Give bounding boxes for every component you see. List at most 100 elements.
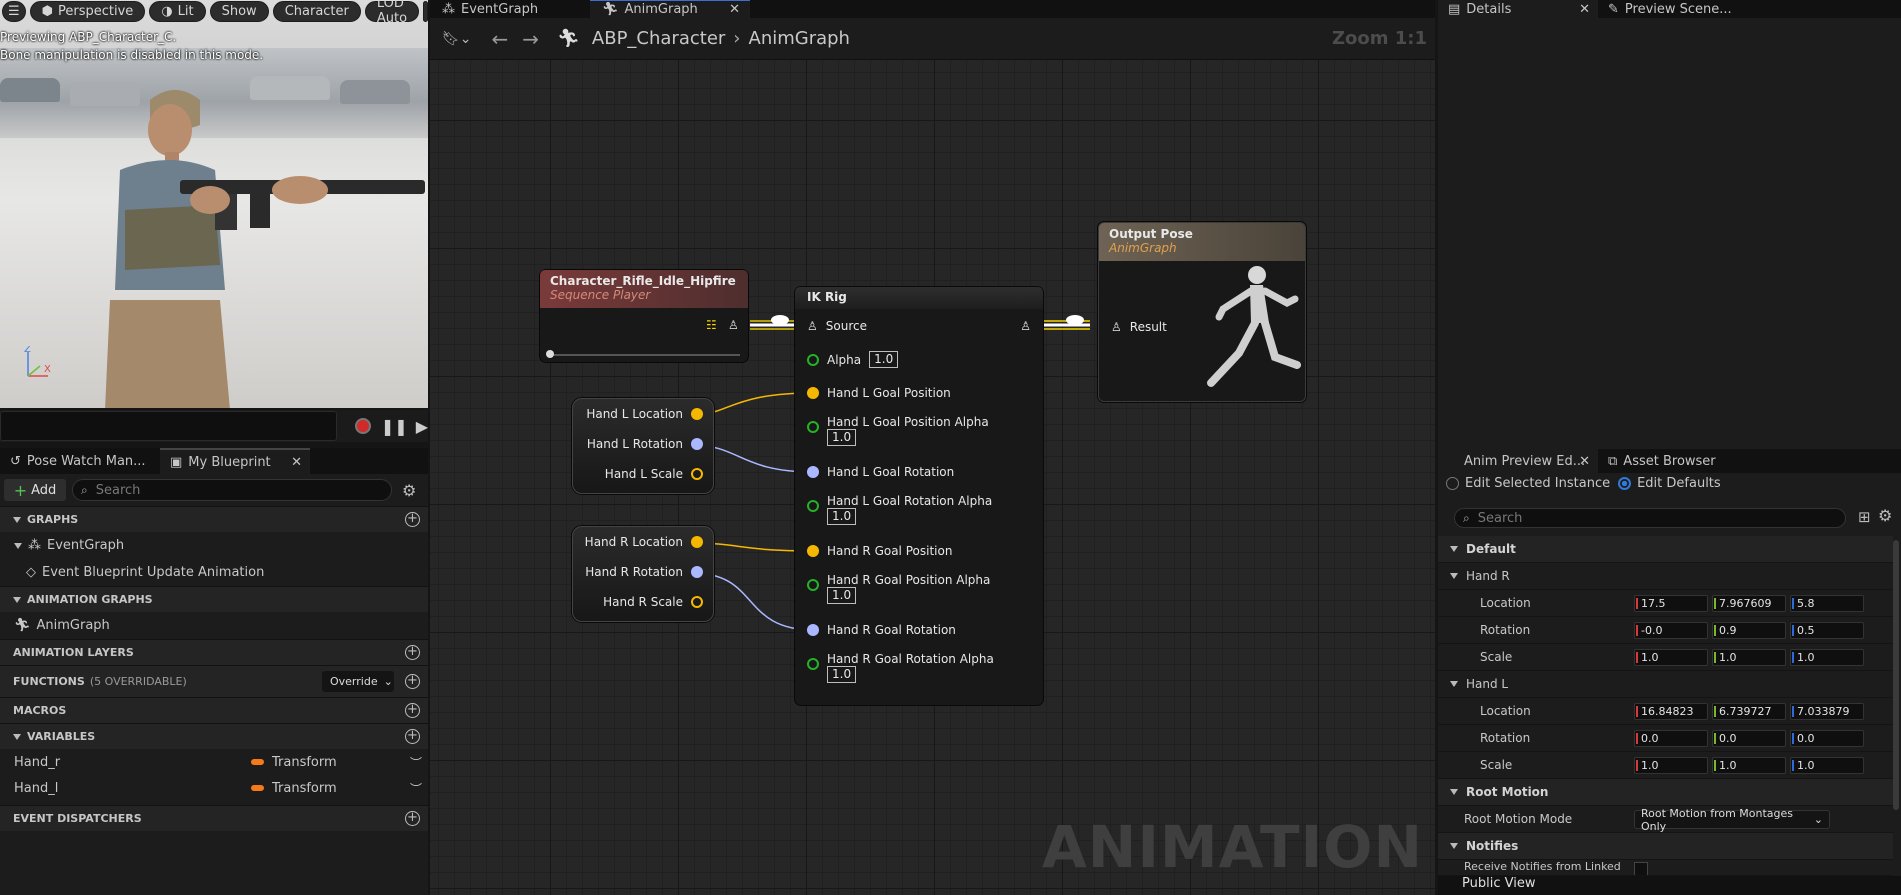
result-pin[interactable]: ♙ Result <box>1111 320 1167 334</box>
close-icon[interactable]: ✕ <box>729 2 740 17</box>
close-icon[interactable]: ✕ <box>1579 454 1590 469</box>
hand-r-struct-row[interactable]: Hand R <box>1438 563 1893 590</box>
table-view-icon[interactable]: ⊞ <box>1858 508 1871 526</box>
anim-graph-item[interactable]: 🏃︎ AnimGraph <box>0 612 428 639</box>
hand-r-goal-position-alpha-pin[interactable]: Hand R Goal Position Alpha 1.0 <box>807 573 990 604</box>
pause-icon[interactable]: ❚❚ <box>381 417 408 436</box>
sequence-player-node[interactable]: Character_Rifle_Idle_Hipfire Sequence Pl… <box>540 270 748 362</box>
hand-l-location-z[interactable]: 7.033879 <box>1790 702 1864 720</box>
override-dropdown[interactable]: Override ⌄ <box>322 671 394 692</box>
section-notifies[interactable]: Notifies <box>1438 833 1893 860</box>
output-pose-node[interactable]: Output Pose AnimGraph ♙ Result <box>1098 222 1306 402</box>
alpha-pin[interactable]: Alpha 1.0 <box>807 351 899 368</box>
hand-r-rotation-z[interactable]: 0.5 <box>1790 621 1864 639</box>
alpha-value-box[interactable]: 1.0 <box>827 587 857 604</box>
add-dispatcher-icon[interactable]: + <box>405 811 420 826</box>
alpha-value-box[interactable]: 1.0 <box>827 666 857 683</box>
hand-l-goal-rotation-pin[interactable]: Hand L Goal Rotation <box>807 465 954 479</box>
hand-r-rotation-pin[interactable]: Hand R Rotation <box>585 565 703 579</box>
hand-l-location-x[interactable]: 16.84823 <box>1634 702 1708 720</box>
hand-r-break-node[interactable]: Hand R Location Hand R Rotation Hand R S… <box>572 526 714 622</box>
add-layer-icon[interactable]: + <box>405 645 420 660</box>
alpha-value-box[interactable]: 1.0 <box>869 351 899 368</box>
section-functions[interactable]: FUNCTIONS (5 OVERRIDABLE) Override ⌄ + <box>0 665 428 697</box>
hand-r-scale-z[interactable]: 1.0 <box>1790 648 1864 666</box>
variable-hand-l[interactable]: Hand_l Transform ︶ <box>0 775 428 801</box>
section-macros[interactable]: MACROS + <box>0 697 428 723</box>
tab-details[interactable]: ▤ Details ✕ <box>1438 0 1598 18</box>
forward-arrow-icon[interactable]: → <box>522 27 539 51</box>
lit-button[interactable]: ◑ Lit <box>149 0 206 22</box>
add-button[interactable]: + Add <box>4 479 66 501</box>
section-root-motion[interactable]: Root Motion <box>1438 779 1893 806</box>
section-graphs[interactable]: GRAPHS + <box>0 506 428 532</box>
alpha-value-box[interactable]: 1.0 <box>827 429 857 446</box>
close-icon[interactable]: ✕ <box>291 455 302 470</box>
viewport-menu-button[interactable]: ☰ <box>2 0 26 22</box>
hand-r-location-y[interactable]: 7.967609 <box>1712 594 1786 612</box>
pose-output-pin[interactable]: ♙ <box>1020 319 1031 333</box>
hand-r-location-z[interactable]: 5.8 <box>1790 594 1864 612</box>
hand-r-scale-pin[interactable]: Hand R Scale <box>603 595 703 609</box>
add-macro-icon[interactable]: + <box>405 703 420 718</box>
alpha-value-box[interactable]: 1.0 <box>827 508 857 525</box>
hand-r-scale-y[interactable]: 1.0 <box>1712 648 1786 666</box>
breadcrumb-blueprint[interactable]: ABP_Character <box>592 28 725 49</box>
hand-l-rotation-z[interactable]: 0.0 <box>1790 729 1864 747</box>
search-input[interactable]: ⌕ Search <box>72 479 392 501</box>
timeline-scrubber[interactable] <box>0 411 337 441</box>
add-function-icon[interactable]: + <box>405 674 420 689</box>
tab-my-blueprint[interactable]: ▣ My Blueprint ✕ <box>160 448 310 474</box>
play-icon[interactable]: ▶ <box>416 417 428 436</box>
lod-button[interactable]: LOD Auto <box>364 0 420 26</box>
receive-notifies-checkbox[interactable] <box>1634 862 1648 875</box>
section-default[interactable]: Default <box>1438 536 1893 563</box>
section-variables[interactable]: VARIABLES + <box>0 723 428 749</box>
hand-l-goal-position-alpha-pin[interactable]: Hand L Goal Position Alpha 1.0 <box>807 415 989 446</box>
visibility-eye-icon[interactable]: ︶ <box>410 780 422 797</box>
record-icon[interactable] <box>354 418 371 434</box>
add-graph-icon[interactable]: + <box>405 512 420 527</box>
section-animation-layers[interactable]: ANIMATION LAYERS + <box>0 639 428 665</box>
viewport-more-button[interactable] <box>423 0 428 22</box>
hand-l-rotation-x[interactable]: 0.0 <box>1634 729 1708 747</box>
hand-l-goal-position-pin[interactable]: Hand L Goal Position <box>807 386 951 400</box>
preview-viewport[interactable]: ☰ ⬢ Perspective ◑ Lit Show Character LOD A… <box>0 0 428 408</box>
tab-animgraph[interactable]: 🏃︎ AnimGraph ✕ <box>590 0 750 18</box>
tab-eventgraph[interactable]: ⁂ EventGraph <box>430 0 590 18</box>
add-variable-icon[interactable]: + <box>405 729 420 744</box>
show-button[interactable]: Show <box>209 0 269 22</box>
close-icon[interactable]: ✕ <box>1579 2 1590 17</box>
perspective-button[interactable]: ⬢ Perspective <box>29 0 146 22</box>
section-event-dispatchers[interactable]: EVENT DISPATCHERS + <box>0 805 428 831</box>
tab-asset-browser[interactable]: ⧉ Asset Browser <box>1598 449 1726 473</box>
graph-item-eventgraph[interactable]: ⁂ EventGraph <box>0 532 428 559</box>
details-scrollbar[interactable] <box>1893 540 1899 810</box>
hand-l-break-node[interactable]: Hand L Location Hand L Rotation Hand L S… <box>572 398 714 494</box>
hand-r-scale-x[interactable]: 1.0 <box>1634 648 1708 666</box>
gear-icon[interactable]: ⚙ <box>1878 506 1892 525</box>
root-motion-mode-dropdown[interactable]: Root Motion from Montages Only ⌄ <box>1634 807 1830 833</box>
edit-defaults-radio[interactable]: Edit Defaults <box>1618 476 1721 491</box>
hand-l-struct-row[interactable]: Hand L <box>1438 671 1893 698</box>
hand-l-rotation-pin[interactable]: Hand L Rotation <box>587 437 703 451</box>
anim-graph-canvas[interactable]: Character_Rifle_Idle_Hipfire Sequence Pl… <box>430 0 1435 895</box>
hand-r-goal-rotation-pin[interactable]: Hand R Goal Rotation <box>807 623 956 637</box>
hand-l-location-pin[interactable]: Hand L Location <box>586 407 703 421</box>
hand-r-rotation-y[interactable]: 0.9 <box>1712 621 1786 639</box>
hand-r-goal-rotation-alpha-pin[interactable]: Hand R Goal Rotation Alpha 1.0 <box>807 652 994 683</box>
hand-r-rotation-x[interactable]: -0.0 <box>1634 621 1708 639</box>
bookmark-icon[interactable]: 🔖︎⌄ <box>442 31 472 47</box>
tab-pose-watch[interactable]: ↺ Pose Watch Man... <box>0 448 160 474</box>
details-search-input[interactable]: ⌕ Search <box>1454 508 1846 528</box>
graph-item-update-animation[interactable]: ◇ Event Blueprint Update Animation <box>0 559 428 586</box>
breadcrumb-graph[interactable]: AnimGraph <box>749 28 850 49</box>
hand-l-rotation-y[interactable]: 0.0 <box>1712 729 1786 747</box>
pose-output-pin[interactable]: ♙ <box>728 318 739 332</box>
edit-selected-instance-radio[interactable]: Edit Selected Instance <box>1446 476 1610 491</box>
ik-rig-node[interactable]: IK Rig ♙ Source ♙ Alpha 1.0 Hand L Goal Po… <box>795 287 1043 705</box>
hand-l-scale-x[interactable]: 1.0 <box>1634 756 1708 774</box>
variable-hand-r[interactable]: Hand_r Transform ︶ <box>0 749 428 775</box>
hand-l-scale-z[interactable]: 1.0 <box>1790 756 1864 774</box>
hand-l-scale-y[interactable]: 1.0 <box>1712 756 1786 774</box>
